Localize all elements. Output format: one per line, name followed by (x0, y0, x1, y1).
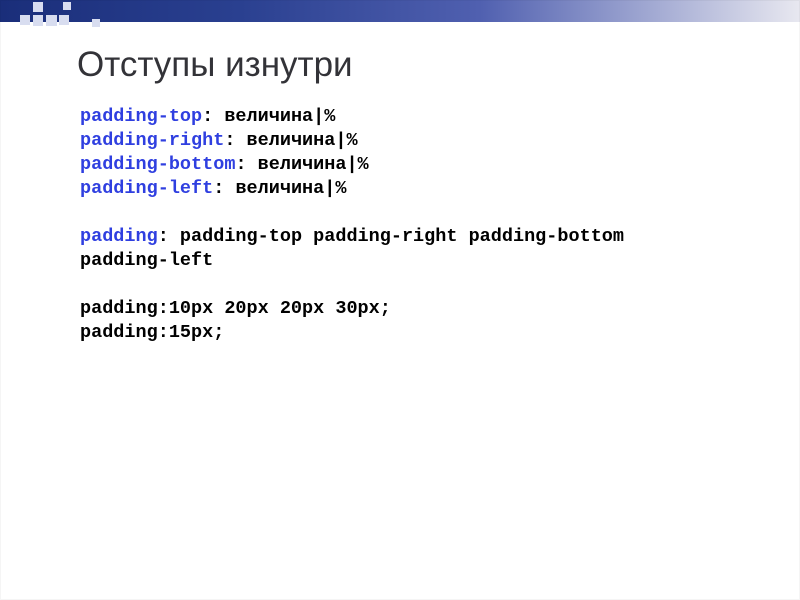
code-line-4: padding-left: величина|% (80, 177, 624, 201)
code-line-7: padding:10px 20px 20px 30px; (80, 297, 624, 321)
code-text: : величина|% (213, 178, 346, 199)
keyword-padding: padding (80, 226, 158, 247)
code-line-6: padding-left (80, 249, 624, 273)
slide-title: Отступы изнутри (77, 45, 353, 85)
code-line-8: padding:15px; (80, 321, 624, 345)
code-content: padding-top: величина|% padding-right: в… (80, 105, 624, 345)
blank-line (80, 273, 624, 297)
keyword-padding-left: padding-left (80, 178, 213, 199)
code-text: : padding-top padding-right padding-bott… (158, 226, 624, 247)
keyword-padding-right: padding-right (80, 130, 224, 151)
code-line-3: padding-bottom: величина|% (80, 153, 624, 177)
code-text: : величина|% (202, 106, 335, 127)
blank-line (80, 201, 624, 225)
code-text: : величина|% (224, 130, 357, 151)
header-gradient-bar (0, 0, 800, 22)
keyword-padding-bottom: padding-bottom (80, 154, 235, 175)
code-line-2: padding-right: величина|% (80, 129, 624, 153)
code-line-5: padding: padding-top padding-right paddi… (80, 225, 624, 249)
code-text: : величина|% (235, 154, 368, 175)
code-line-1: padding-top: величина|% (80, 105, 624, 129)
keyword-padding-top: padding-top (80, 106, 202, 127)
